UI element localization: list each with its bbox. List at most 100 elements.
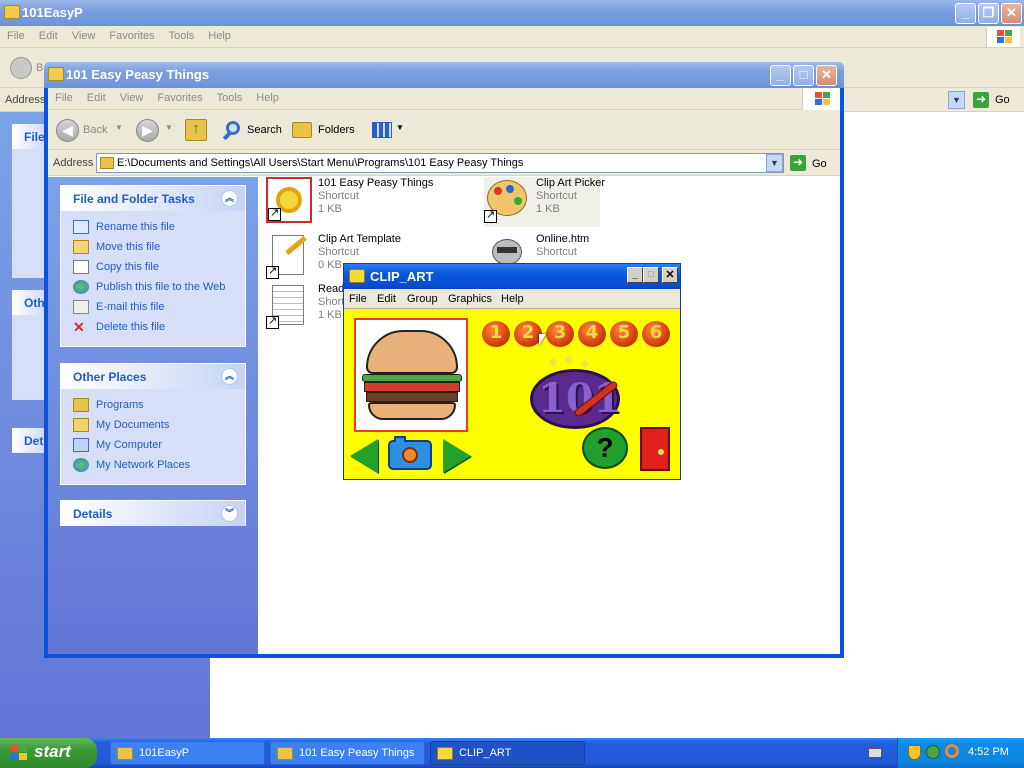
number-button-4[interactable]: 4 (578, 321, 606, 347)
task-delete[interactable]: ✕ Delete this file (61, 317, 245, 337)
pane-head[interactable]: Details ︾ (61, 501, 245, 526)
title-bar[interactable]: 101EasyP _ ❐ ✕ (0, 0, 1024, 26)
menu-file[interactable]: File (0, 26, 32, 46)
chevron-down-icon[interactable]: ︾ (221, 505, 238, 522)
menu-graphics[interactable]: Graphics (448, 293, 492, 305)
security-shield-icon[interactable] (908, 745, 921, 760)
place-my-computer[interactable]: My Computer (61, 435, 245, 455)
search-icon[interactable] (222, 120, 244, 142)
chevron-up-icon[interactable]: ︽ (221, 368, 238, 385)
start-button[interactable]: start (0, 738, 97, 768)
number-button-1[interactable]: 1 (482, 321, 510, 347)
file-item[interactable]: 101 Easy Peasy Things Shortcut 1 KB (266, 177, 466, 227)
back-arrow-icon[interactable]: ◀ (56, 119, 79, 142)
close-button[interactable]: ✕ (816, 65, 837, 86)
menu-tools[interactable]: Tools (210, 88, 250, 108)
app-101-icon (266, 177, 312, 223)
back-arrow-icon[interactable] (10, 57, 32, 79)
other-places: Other Places ︽ Programs My Documents My C… (60, 363, 246, 485)
up-folder-icon[interactable]: ↑ (185, 119, 207, 141)
minimize-button[interactable]: _ (627, 267, 643, 283)
address-input[interactable]: E:\Documents and Settings\All Users\Star… (96, 153, 784, 173)
place-network[interactable]: My Network Places (61, 455, 245, 475)
go-arrow-icon[interactable]: ➜ (973, 92, 989, 108)
close-button[interactable]: ✕ (1001, 3, 1022, 24)
number-button-2[interactable]: 2 (514, 321, 542, 347)
folder-icon (48, 67, 64, 81)
clip-preview-frame[interactable] (354, 318, 468, 432)
place-my-documents[interactable]: My Documents (61, 415, 245, 435)
taskbar-item-clip-art[interactable]: CLIP_ART (430, 741, 585, 765)
taskbar-item-101easyp[interactable]: 101EasyP (110, 741, 265, 765)
place-label: My Network Places (96, 459, 191, 471)
minimize-button[interactable]: _ (955, 3, 976, 24)
maximize-button[interactable]: □ (793, 65, 814, 86)
menu-edit[interactable]: Edit (32, 26, 65, 46)
menu-file[interactable]: File (48, 88, 80, 108)
address-dropdown[interactable]: ▼ (766, 154, 783, 172)
next-arrow-icon[interactable] (443, 439, 471, 473)
menu-favorites[interactable]: Favorites (102, 26, 161, 46)
close-button[interactable]: ✕ (662, 267, 678, 283)
search-icon[interactable] (945, 744, 959, 758)
camera-icon[interactable] (388, 436, 432, 470)
go-arrow-icon[interactable]: ➜ (790, 155, 806, 171)
restore-button[interactable]: ❐ (978, 3, 999, 24)
folders-icon[interactable] (292, 122, 312, 138)
start-label: start (34, 742, 71, 761)
window-title: 101EasyP (22, 5, 83, 20)
back-label[interactable]: Back (83, 124, 107, 136)
menu-help[interactable]: Help (249, 88, 286, 108)
menu-help[interactable]: Help (201, 26, 238, 46)
forward-arrow-icon[interactable]: ▶ (136, 119, 159, 142)
task-publish[interactable]: Publish this file to the Web (61, 277, 245, 297)
previous-arrow-icon[interactable] (350, 439, 378, 473)
title-bar[interactable]: CLIP_ART _ □ ✕ (344, 264, 680, 289)
pane-title: Other Places (73, 370, 147, 384)
number-button-5[interactable]: 5 (610, 321, 638, 347)
minimize-button[interactable]: _ (770, 65, 791, 86)
views-icon[interactable] (372, 122, 392, 138)
clip-art-app-icon (437, 747, 453, 760)
menu-file[interactable]: File (349, 293, 367, 305)
place-programs[interactable]: Programs (61, 395, 245, 415)
folders-label[interactable]: Folders (318, 124, 355, 136)
chevron-up-icon[interactable]: ︽ (221, 190, 238, 207)
go-label[interactable]: Go (995, 94, 1010, 106)
number-button-3[interactable]: 3 (546, 321, 574, 347)
taskbar-item-explorer[interactable]: 101 Easy Peasy Things (270, 741, 425, 765)
chevron-down-icon[interactable]: ▼ (115, 123, 123, 132)
menu-tools[interactable]: Tools (162, 26, 202, 46)
network-icon[interactable] (926, 745, 940, 759)
place-label: Programs (96, 399, 144, 411)
menu-edit[interactable]: Edit (377, 293, 396, 305)
menu-group[interactable]: Group (407, 293, 438, 305)
menu-view[interactable]: View (113, 88, 151, 108)
address-dropdown[interactable]: ▼ (948, 91, 965, 109)
exit-door-icon[interactable] (640, 427, 670, 471)
pane-head[interactable]: Other Places ︽ (61, 364, 245, 389)
task-email[interactable]: E-mail this file (61, 297, 245, 317)
maximize-button[interactable]: □ (643, 267, 659, 283)
task-label: Move this file (96, 241, 161, 253)
file-type: Shortcut (318, 190, 359, 202)
menu-bar: File Edit Group Graphics Help (344, 289, 680, 309)
task-rename[interactable]: Rename this file (61, 217, 245, 237)
chevron-down-icon[interactable]: ▼ (396, 123, 404, 132)
search-label[interactable]: Search (247, 124, 282, 136)
pane-head[interactable]: File and Folder Tasks ︽ (61, 186, 245, 211)
menu-favorites[interactable]: Favorites (150, 88, 209, 108)
task-move[interactable]: Move this file (61, 237, 245, 257)
go-label[interactable]: Go (812, 158, 827, 170)
task-copy[interactable]: Copy this file (61, 257, 245, 277)
menu-edit[interactable]: Edit (80, 88, 113, 108)
menu-help[interactable]: Help (501, 293, 524, 305)
file-size: 1 KB (318, 309, 342, 321)
title-bar[interactable]: 101 Easy Peasy Things _ □ ✕ (44, 62, 844, 88)
menu-view[interactable]: View (65, 26, 103, 46)
file-item[interactable]: Clip Art Picker Shortcut 1 KB (484, 177, 605, 227)
chevron-down-icon[interactable]: ▼ (165, 123, 173, 132)
help-icon[interactable]: ? (582, 427, 628, 469)
number-button-6[interactable]: 6 (642, 321, 670, 347)
keyboard-icon[interactable] (868, 748, 882, 758)
